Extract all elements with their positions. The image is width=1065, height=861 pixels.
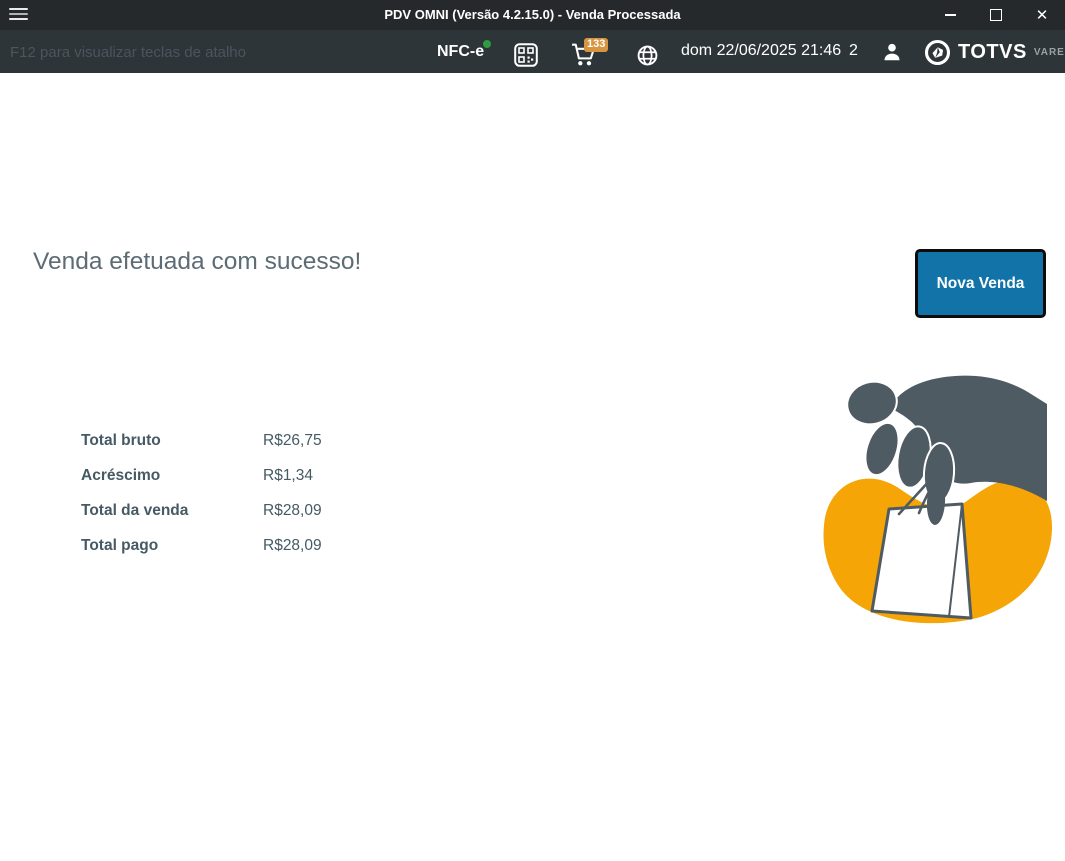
globe-icon[interactable] — [636, 44, 659, 72]
total-value: R$1,34 — [263, 466, 313, 484]
total-value: R$26,75 — [263, 431, 322, 449]
cart-button[interactable]: 133 — [571, 38, 609, 72]
total-value: R$28,09 — [263, 536, 322, 554]
terminal-counter: 2 — [849, 42, 858, 59]
user-icon[interactable] — [881, 41, 903, 68]
success-message: Venda efetuada com sucesso! — [33, 248, 362, 275]
close-icon: ✕ — [1035, 6, 1049, 24]
minimize-icon — [944, 14, 956, 16]
brand-segment: VAREJO — [1033, 47, 1065, 58]
close-button[interactable]: ✕ — [1019, 0, 1065, 30]
minimize-button[interactable] — [927, 0, 973, 30]
total-label: Total da venda — [81, 501, 189, 519]
nfce-status[interactable]: NFC-e — [437, 40, 492, 61]
qr-code-icon[interactable] — [514, 43, 538, 72]
total-row-venda: Total da venda R$28,09 — [81, 493, 322, 528]
titlebar: PDV OMNI (Versão 4.2.15.0) - Venda Proce… — [0, 0, 1065, 30]
cart-badge: 133 — [584, 38, 609, 52]
total-row-pago: Total pago R$28,09 — [81, 528, 322, 563]
sale-totals: Total bruto R$26,75 Acréscimo R$1,34 Tot… — [81, 423, 322, 563]
nfce-status-dot — [483, 40, 492, 48]
window-title: PDV OMNI (Versão 4.2.15.0) - Venda Proce… — [384, 7, 681, 22]
brand-logo: TOTVS VAREJO — [924, 39, 1065, 66]
datetime-display: dom 22/06/2025 21:46 — [681, 42, 842, 59]
shopping-bag-illustration — [815, 373, 1065, 640]
new-sale-button[interactable]: Nova Venda — [915, 249, 1046, 318]
maximize-button[interactable] — [973, 0, 1019, 30]
shortcut-hint: F12 para visualizar teclas de atalho — [10, 44, 246, 61]
total-row-acrescimo: Acréscimo R$1,34 — [81, 458, 322, 493]
total-label: Total pago — [81, 536, 159, 554]
brand-name: TOTVS — [958, 41, 1027, 63]
total-label: Total bruto — [81, 431, 161, 449]
nfce-label: NFC-e — [437, 43, 485, 60]
total-row-bruto: Total bruto R$26,75 — [81, 423, 322, 458]
total-label: Acréscimo — [81, 466, 161, 484]
totvs-logo-icon — [924, 39, 951, 66]
maximize-icon — [990, 9, 1002, 21]
app-header: F12 para visualizar teclas de atalho NFC… — [0, 30, 1065, 73]
window-controls: ✕ — [927, 0, 1065, 30]
total-value: R$28,09 — [263, 501, 322, 519]
